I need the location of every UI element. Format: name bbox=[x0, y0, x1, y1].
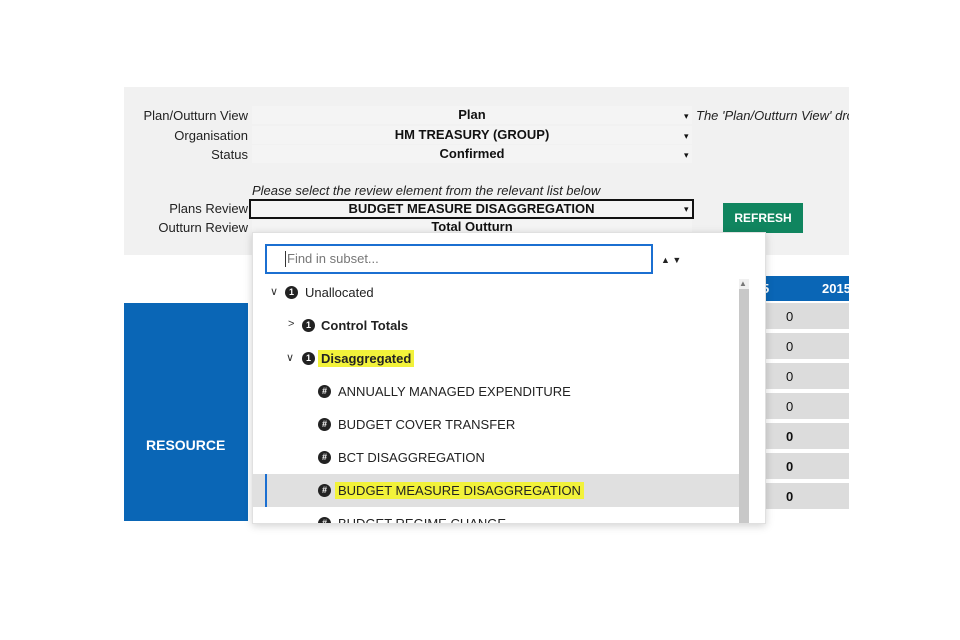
refresh-button[interactable]: REFRESH bbox=[723, 203, 803, 233]
tree-item-unallocated[interactable]: ∨ 1 Unallocated bbox=[253, 276, 739, 309]
tree-item-budget-cover-transfer[interactable]: # BUDGET COVER TRANSFER bbox=[253, 408, 739, 441]
value-cell: 0 bbox=[765, 363, 849, 391]
hash-icon: # bbox=[318, 517, 331, 523]
status-value: Confirmed bbox=[439, 146, 505, 161]
status-label: Status bbox=[211, 147, 248, 162]
selection-indicator bbox=[265, 474, 267, 507]
plan-outturn-select[interactable]: Plan bbox=[252, 106, 692, 124]
tree-item-budget-regime-change[interactable]: # BUDGET REGIME CHANGE bbox=[253, 507, 739, 524]
organisation-arrow-icon[interactable]: ▾ bbox=[684, 131, 689, 142]
tree-item-budget-measure-disaggregation[interactable]: # BUDGET MEASURE DISAGGREGATION bbox=[253, 474, 739, 507]
status-arrow-icon[interactable]: ▾ bbox=[684, 150, 689, 161]
sort-arrows-icon[interactable]: ▲ ▼ bbox=[661, 255, 681, 265]
organisation-select[interactable]: HM TREASURY (GROUP) bbox=[252, 126, 692, 144]
value-cell: 0 bbox=[765, 423, 849, 451]
value-cell: 0 bbox=[765, 333, 849, 361]
hash-icon: # bbox=[318, 418, 331, 431]
search-placeholder: Find in subset... bbox=[287, 251, 379, 266]
chevron-down-icon[interactable]: ∨ bbox=[270, 285, 278, 298]
year-header-2015: 2015 bbox=[822, 281, 851, 296]
outturn-review-select[interactable]: Total Outturn bbox=[252, 220, 692, 232]
plan-outturn-label: Plan/Outturn View bbox=[143, 108, 248, 123]
scrollbar-thumb[interactable] bbox=[739, 289, 749, 523]
plan-outturn-arrow-icon[interactable]: ▾ bbox=[684, 111, 689, 122]
subset-dropdown[interactable]: Find in subset... ▲ ▼ ▲ ∨ 1 Unallocated … bbox=[252, 232, 766, 524]
consolidated-icon: 1 bbox=[285, 286, 298, 299]
tree-item-label: ANNUALLY MANAGED EXPENDITURE bbox=[338, 384, 571, 399]
tree-item-label: BUDGET MEASURE DISAGGREGATION bbox=[335, 482, 584, 499]
hash-icon: # bbox=[318, 451, 331, 464]
plan-outturn-note: The 'Plan/Outturn View' drop bbox=[696, 108, 849, 123]
tree-item-control-totals[interactable]: > 1 Control Totals bbox=[253, 309, 739, 342]
tree-item-label: Unallocated bbox=[305, 285, 374, 300]
plans-review-arrow-icon[interactable]: ▾ bbox=[684, 204, 689, 215]
consolidated-icon: 1 bbox=[302, 319, 315, 332]
value-cell: 0 bbox=[765, 303, 849, 331]
tree-item-disaggregated[interactable]: ∨ 1 Disaggregated bbox=[253, 342, 739, 375]
plans-review-select[interactable]: BUDGET MEASURE DISAGGREGATION bbox=[249, 199, 694, 219]
resource-row-header: RESOURCE bbox=[124, 303, 248, 521]
outturn-review-value: Total Outturn bbox=[431, 220, 513, 232]
chevron-down-icon[interactable]: ∨ bbox=[286, 351, 294, 364]
organisation-label: Organisation bbox=[174, 128, 248, 143]
plans-review-value: BUDGET MEASURE DISAGGREGATION bbox=[348, 201, 595, 216]
tree-item-label: Disaggregated bbox=[318, 350, 415, 367]
hash-icon: # bbox=[318, 385, 331, 398]
outturn-review-label: Outturn Review bbox=[158, 220, 248, 235]
value-cell: 0 bbox=[765, 483, 849, 511]
consolidated-icon: 1 bbox=[302, 352, 315, 365]
chevron-right-icon[interactable]: > bbox=[288, 318, 294, 330]
scroll-up-icon[interactable]: ▲ bbox=[739, 279, 747, 288]
organisation-value: HM TREASURY (GROUP) bbox=[394, 127, 550, 142]
tree-item-label: BCT DISAGGREGATION bbox=[338, 450, 485, 465]
value-cell: 0 bbox=[765, 393, 849, 421]
status-select[interactable]: Confirmed bbox=[252, 145, 692, 163]
plans-review-label: Plans Review bbox=[169, 201, 248, 216]
search-input[interactable]: Find in subset... bbox=[265, 244, 653, 274]
tree-item-label: BUDGET COVER TRANSFER bbox=[338, 417, 516, 432]
tree-item-label: Control Totals bbox=[321, 318, 409, 333]
plan-outturn-value: Plan bbox=[458, 107, 486, 122]
resource-label: RESOURCE bbox=[146, 437, 226, 453]
value-cell: 0 bbox=[765, 453, 849, 481]
tree-item-annually-managed-expenditure[interactable]: # ANNUALLY MANAGED EXPENDITURE bbox=[253, 375, 739, 408]
tree-item-bct-disaggregation[interactable]: # BCT DISAGGREGATION bbox=[253, 441, 739, 474]
year-header: 5 2015 bbox=[760, 276, 851, 301]
review-hint: Please select the review element from th… bbox=[252, 183, 601, 198]
tree-item-label: BUDGET REGIME CHANGE bbox=[338, 516, 507, 524]
hash-icon: # bbox=[318, 484, 331, 497]
